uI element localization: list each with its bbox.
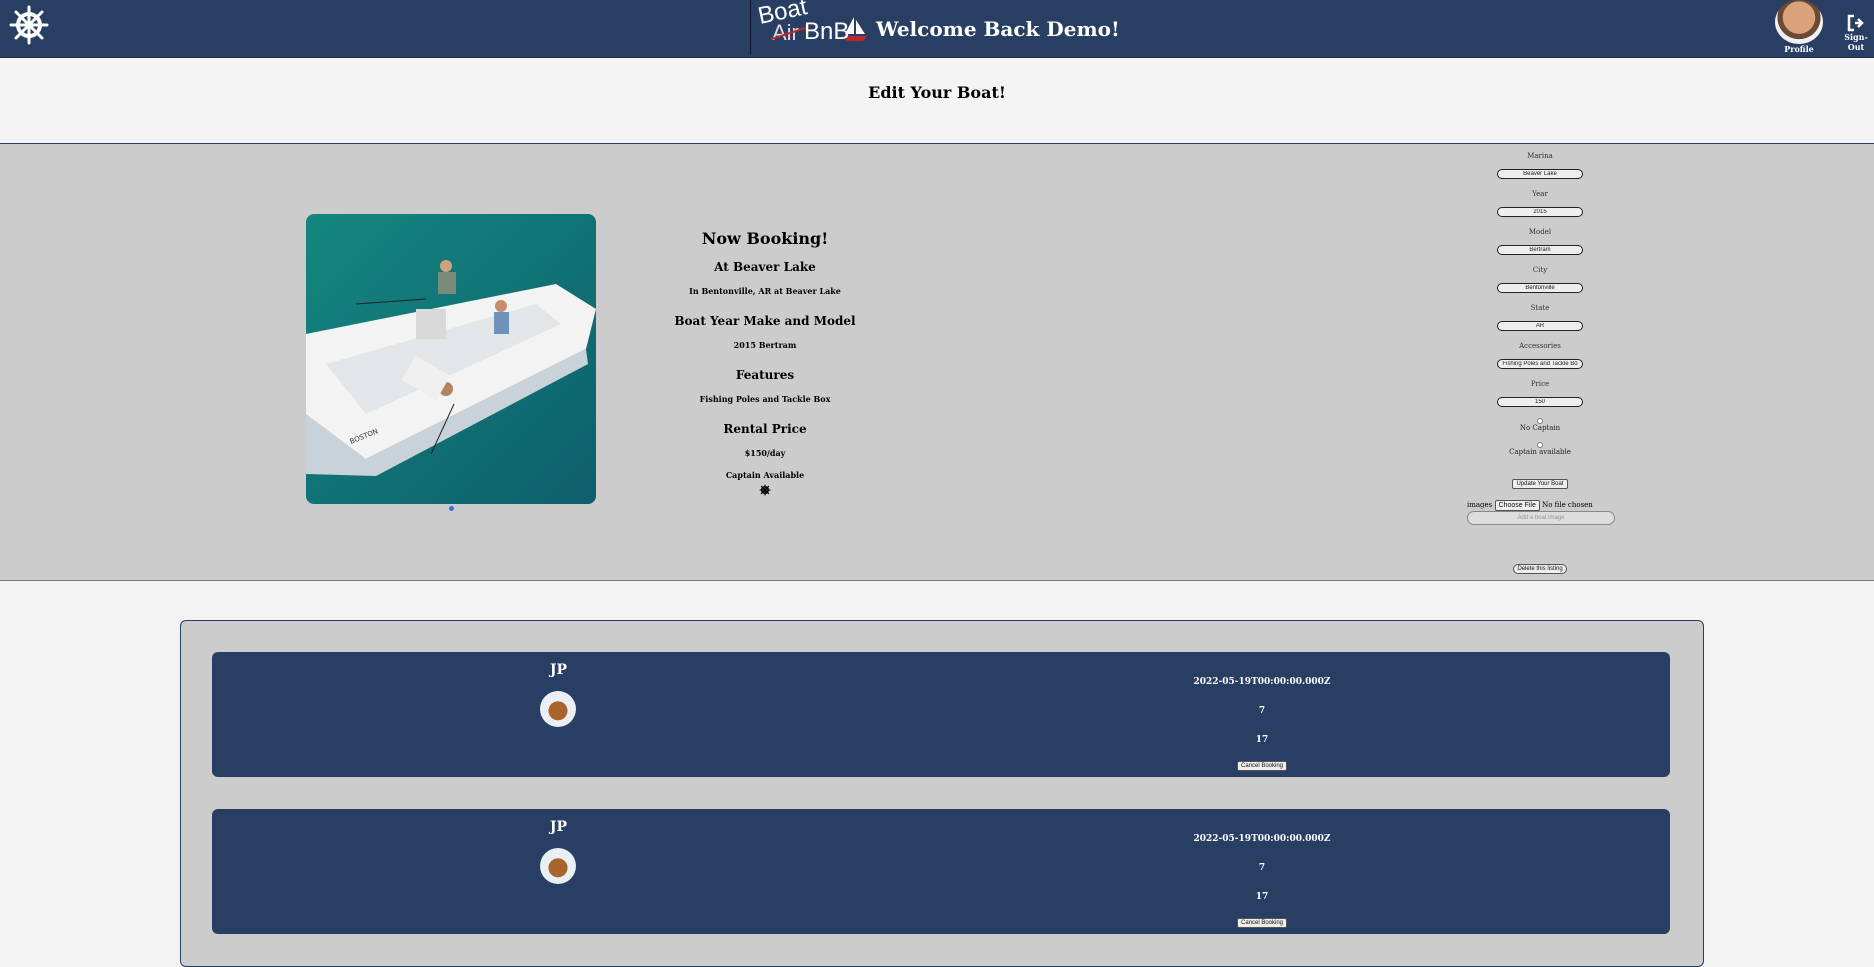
brand-area: Boat Air BnB Welcome Back Demo! [750, 0, 1120, 57]
booker-name: JP [549, 662, 568, 678]
year-field: Year [1460, 190, 1620, 217]
marina-field: Marina [1460, 152, 1620, 179]
state-label: State [1530, 304, 1550, 312]
captain-available-label: Captain available [1509, 448, 1571, 456]
year-make-text: 2015 Bertram [733, 340, 797, 350]
city-field: City [1460, 266, 1620, 293]
no-captain-option: No Captain [1460, 418, 1620, 442]
price-heading: Rental Price [723, 422, 807, 436]
welcome-message: Welcome Back Demo! [876, 16, 1120, 41]
boat-photo[interactable]: BOSTON [306, 214, 596, 504]
images-label: images [1467, 501, 1493, 509]
model-field: Model [1460, 228, 1620, 255]
state-input[interactable] [1497, 321, 1583, 331]
year-make-heading: Boat Year Make and Model [674, 314, 856, 328]
city-input[interactable] [1497, 283, 1583, 293]
boat-thumbnail [540, 848, 576, 884]
captain-text: Captain Available [725, 470, 805, 480]
state-field: State [1460, 304, 1620, 331]
booking-value-2: 17 [1255, 735, 1269, 745]
delete-listing-button[interactable]: Delete this listing [1513, 564, 1567, 574]
boatairbnb-logo[interactable]: Boat Air BnB [754, 0, 850, 56]
year-input[interactable] [1497, 207, 1583, 217]
price-input[interactable] [1497, 397, 1583, 407]
booking-card: JP 2022-05-19T00:00:00.000Z 7 17 Cancel … [212, 809, 1670, 934]
accessories-label: Accessories [1519, 342, 1561, 350]
profile-label: Profile [1784, 44, 1814, 54]
booking-value-1: 7 [1258, 706, 1266, 716]
marina-label: Marina [1527, 152, 1553, 160]
top-nav-bar: Boat Air BnB Welcome Back Demo! Profile … [0, 0, 1874, 58]
marina-input[interactable] [1497, 169, 1583, 179]
booking-date: 2022-05-19T00:00:00.000Z [1193, 834, 1331, 844]
delete-wrap: Delete this listing [1460, 555, 1620, 574]
add-image-input[interactable]: Add a boat image [1467, 511, 1615, 525]
captain-available-option: Captain available [1460, 442, 1620, 466]
boat-thumbnail [540, 691, 576, 727]
bookings-list: JP 2022-05-19T00:00:00.000Z 7 17 Cancel … [180, 620, 1704, 967]
avatar[interactable] [1775, 0, 1823, 44]
city-label: City [1532, 266, 1548, 274]
features-text: Fishing Poles and Tackle Box [699, 394, 831, 404]
ship-wheel-icon[interactable] [9, 5, 49, 45]
accessories-input[interactable] [1497, 359, 1583, 369]
accessories-field: Accessories [1460, 342, 1620, 369]
edit-boat-form: Marina Year Model City State Accessories… [1460, 152, 1620, 489]
now-booking-heading: Now Booking! [701, 229, 829, 248]
sign-out-link[interactable]: Sign-Out [1836, 14, 1874, 52]
location-text: In Bentonville, AR at Beaver Lake [689, 286, 841, 296]
logo-bnb-text: BnB [804, 17, 850, 45]
image-upload-row: images Choose File No file chosen [1467, 500, 1627, 511]
profile-link[interactable]: Profile [1772, 0, 1826, 54]
year-label: Year [1532, 190, 1548, 198]
cancel-wrap: Cancel Booking [912, 752, 1612, 771]
sign-out-icon[interactable] [1847, 14, 1865, 32]
price-text: $150/day [744, 448, 786, 458]
boat-image: BOSTON [306, 214, 596, 504]
booking-card: JP 2022-05-19T00:00:00.000Z 7 17 Cancel … [212, 652, 1670, 777]
model-input[interactable] [1497, 245, 1583, 255]
update-boat-button[interactable]: Update Your Boat [1512, 479, 1568, 489]
price-label: Price [1530, 380, 1550, 388]
booking-value-2: 17 [1255, 892, 1269, 902]
cancel-booking-button[interactable]: Cancel Booking [1236, 761, 1288, 771]
marina-heading: At Beaver Lake [714, 260, 816, 274]
listing-details: Now Booking! At Beaver Lake In Bentonvil… [640, 229, 890, 496]
booker-name: JP [549, 819, 568, 835]
sign-out-label: Sign-Out [1844, 32, 1868, 52]
price-field: Price [1460, 380, 1620, 407]
booking-value-1: 7 [1258, 863, 1266, 873]
no-captain-label: No Captain [1519, 424, 1561, 432]
features-heading: Features [735, 368, 795, 382]
page-title: Edit Your Boat! [868, 83, 1006, 102]
carousel-dot[interactable] [449, 506, 454, 511]
cancel-booking-button[interactable]: Cancel Booking [1236, 918, 1288, 928]
ship-wheel-icon [759, 484, 771, 496]
update-wrap: Update Your Boat [1460, 470, 1620, 489]
cancel-wrap: Cancel Booking [912, 909, 1612, 928]
choose-file-button[interactable]: Choose File [1494, 500, 1540, 511]
edit-boat-panel: BOSTON Now Booking! At Beaver Lake In Be… [0, 143, 1874, 581]
booking-date: 2022-05-19T00:00:00.000Z [1193, 677, 1331, 687]
no-file-text: No file chosen [1542, 501, 1593, 509]
model-label: Model [1528, 228, 1552, 236]
